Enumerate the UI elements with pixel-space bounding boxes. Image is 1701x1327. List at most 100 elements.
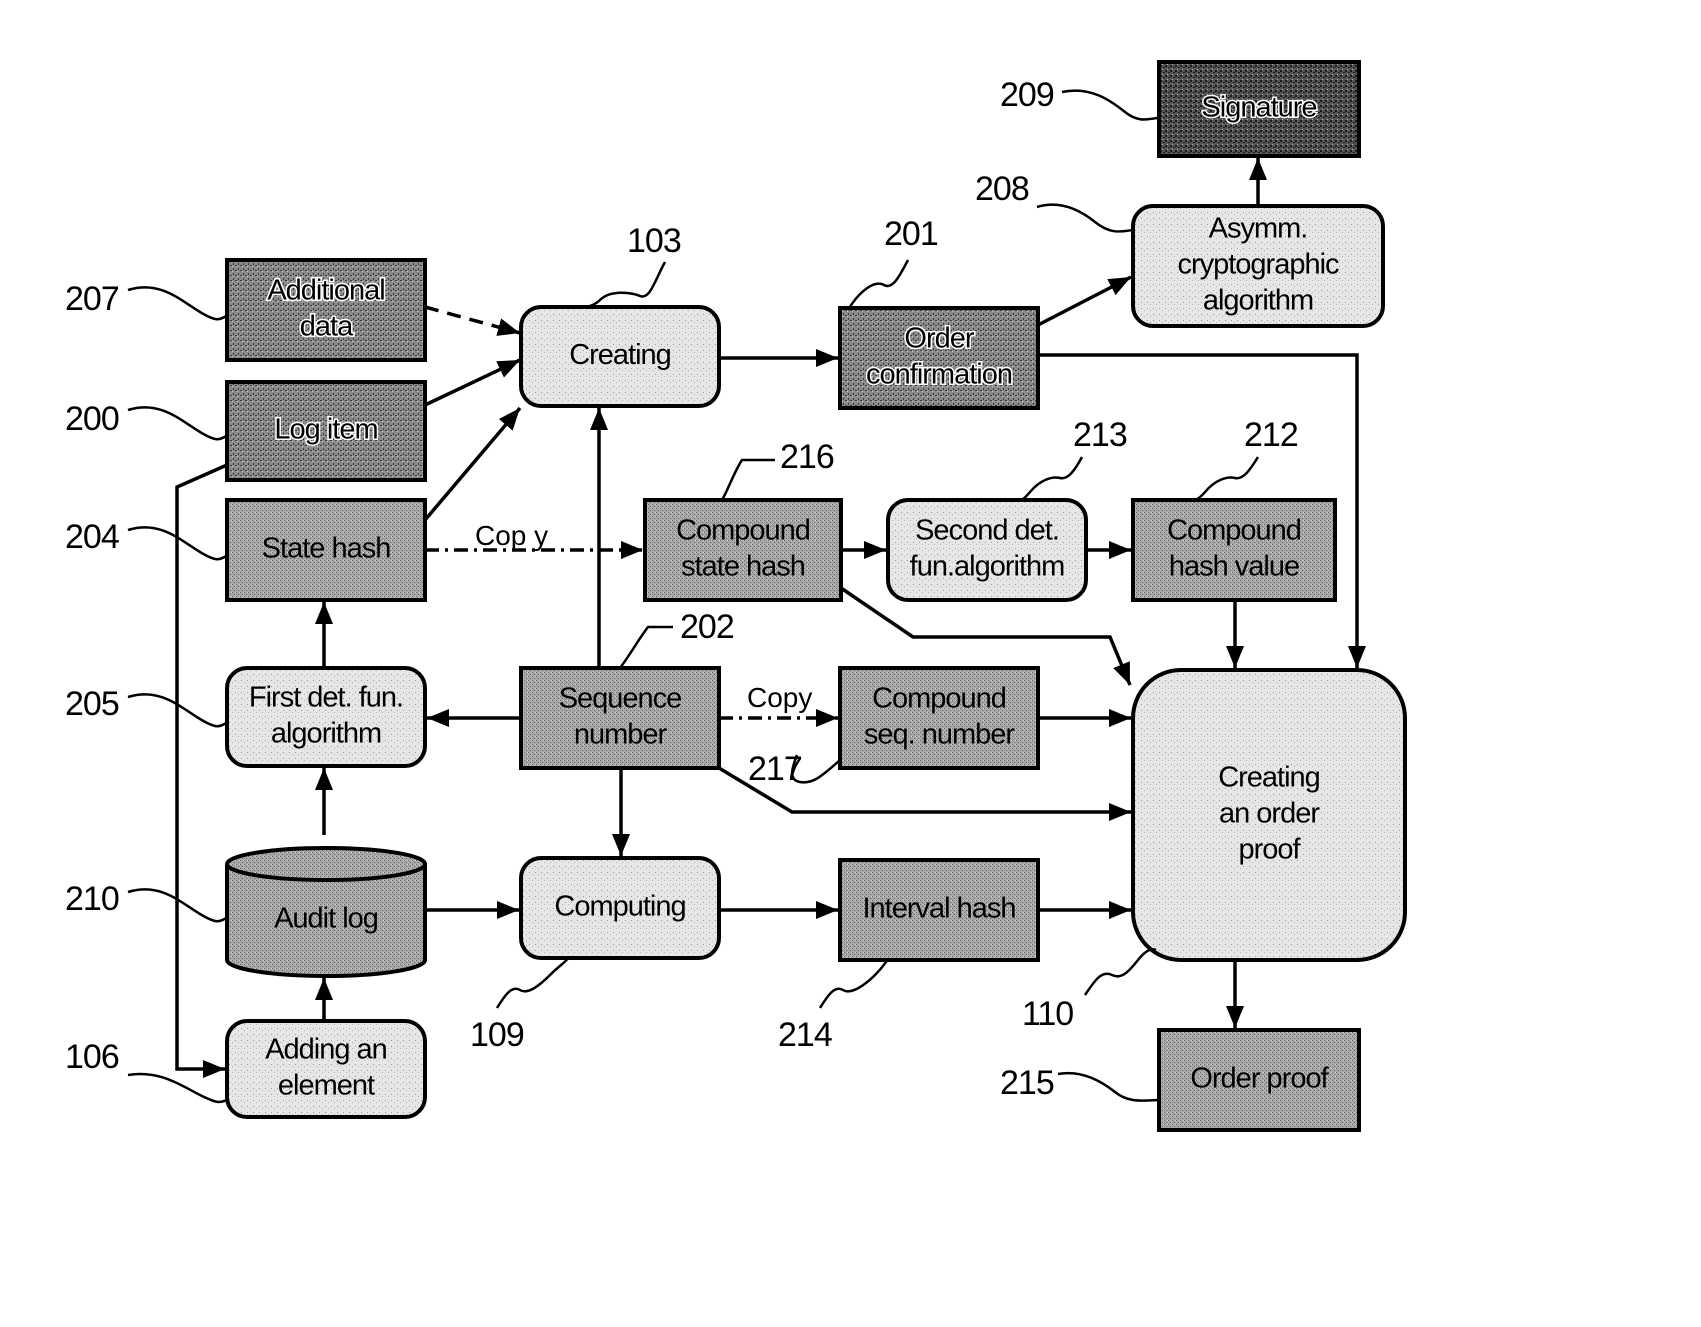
arrowhead-icon (621, 541, 643, 559)
reference-numeral: 210 (65, 880, 119, 918)
node-compound-seq-number[interactable]: Compound seq. number (838, 666, 1040, 770)
edge-sequence-number-to-computing (612, 768, 630, 856)
node-interval-hash[interactable]: Interval hash (838, 858, 1040, 962)
node-label: fun.algorithm (910, 551, 1065, 583)
node-label: Interval hash (862, 893, 1015, 925)
arrowhead-icon (1109, 709, 1131, 727)
node-label: Signature (1201, 92, 1316, 124)
reference-numeral: 215 (1000, 1064, 1054, 1102)
reference-numeral: 110 (1022, 995, 1073, 1033)
reference-109: 109 (470, 957, 570, 1054)
arrowhead-icon (816, 901, 838, 919)
edge-asymm-cryptographic-algorithm-to-signature (1249, 158, 1267, 206)
arrowhead-icon (1109, 541, 1131, 559)
node-sequence-number[interactable]: Sequence number (519, 666, 721, 770)
node-first-det-fun-algorithm[interactable]: First det. fun. algorithm (225, 666, 427, 768)
node-adding-an-element[interactable]: Adding an element (225, 1019, 427, 1119)
arrowhead-icon (203, 1060, 225, 1078)
reference-110: 110 (1022, 948, 1157, 1033)
leader-line (1083, 948, 1157, 996)
leader-line (619, 625, 673, 669)
leader-line (127, 1072, 228, 1104)
edge-audit-log-to-computing (425, 901, 519, 919)
node-creating[interactable]: Creating (519, 305, 721, 408)
reference-numeral: 202 (680, 608, 734, 646)
node-label: seq. number (864, 719, 1016, 751)
edge-adding-an-element-to-audit-log (315, 978, 333, 1021)
reference-213: 213 (1014, 416, 1128, 502)
edge-state-hash-to-compound-state-hash: Cop y (425, 520, 643, 559)
edge-additional-data-to-creating (424, 305, 521, 336)
node-creating-an-order-proof[interactable]: Creating an order proof (1131, 668, 1407, 962)
node-label: confirmation (866, 359, 1012, 391)
leader-line (720, 458, 775, 501)
arrowhead-icon (864, 541, 886, 559)
node-state-hash[interactable]: State hash (225, 498, 427, 602)
arrowhead-icon (1109, 901, 1131, 919)
reference-numeral: 204 (65, 518, 119, 556)
reference-numeral: 200 (65, 400, 119, 438)
node-additional-data[interactable]: Additional data (225, 258, 427, 362)
arrowhead-icon (1109, 803, 1131, 821)
node-label: Audit log (274, 903, 378, 935)
leader-line (571, 261, 667, 309)
leader-line (127, 286, 228, 321)
reference-numeral: 106 (65, 1038, 119, 1076)
reference-216: 216 (720, 438, 835, 501)
edge-compound-seq-number-to-creating-an-order-proof (1038, 709, 1131, 727)
node-label: Compound (872, 683, 1006, 715)
reference-numeral: 109 (470, 1016, 524, 1054)
reference-numeral: 217 (748, 750, 802, 788)
edge-line (423, 406, 522, 522)
node-compound-state-hash[interactable]: Compound state hash (643, 498, 843, 602)
arrowhead-icon (315, 978, 333, 1000)
edge-computing-to-interval-hash (719, 901, 838, 919)
reference-208: 208 (975, 170, 1134, 233)
node-compound-hash-value[interactable]: Compound hash value (1131, 498, 1337, 602)
edge-log-item-to-adding-an-element (175, 463, 228, 1078)
arrowhead-icon (315, 602, 333, 624)
edge-sequence-number-to-compound-seq-number: Copy (719, 682, 838, 727)
reference-207: 207 (65, 280, 228, 321)
node-label: Order proof (1190, 1063, 1329, 1095)
reference-214: 214 (778, 958, 889, 1054)
node-order-confirmation[interactable]: Order confirmation (838, 306, 1040, 410)
node-order-proof[interactable]: Order proof (1157, 1028, 1361, 1132)
node-label: algorithm (271, 718, 381, 750)
reference-numeral: 209 (1000, 76, 1054, 114)
reference-212: 212 (1185, 416, 1299, 502)
node-asymm-cryptographic-algorithm[interactable]: Asymm. cryptographic algorithm (1131, 204, 1385, 328)
node-log-item[interactable]: Log item (225, 380, 427, 482)
node-label: hash value (1169, 551, 1299, 583)
edge-state-hash-to-creating (423, 406, 522, 522)
reference-209: 209 (1000, 76, 1160, 121)
arrowhead-icon (1348, 646, 1366, 668)
edge-second-det-fun-algorithm-to-compound-hash-value (1086, 541, 1131, 559)
flowchart-diagram: Cop y Copy Additional data Log item State ha… (65, 60, 1407, 1132)
node-label: an order (1219, 798, 1320, 830)
leader-line (1057, 1071, 1160, 1102)
edge-first-det-fun-algorithm-to-state-hash (315, 602, 333, 668)
reference-215: 215 (1000, 1064, 1160, 1102)
arrowhead-icon (1249, 158, 1267, 180)
edge-audit-log-to-first-det-fun-algorithm (315, 768, 333, 835)
node-label: Compound (676, 515, 810, 547)
node-audit-log[interactable]: Audit log (225, 846, 427, 978)
arrowhead-icon (497, 901, 519, 919)
edge-sequence-number-to-creating (590, 408, 608, 668)
arrowhead-icon (612, 834, 630, 856)
node-second-det-fun-algorithm[interactable]: Second det. fun.algorithm (886, 498, 1088, 602)
node-label: Log item (274, 414, 377, 446)
node-label: number (574, 719, 668, 751)
node-signature[interactable]: Signature (1157, 60, 1361, 158)
node-label: Computing (554, 891, 685, 923)
node-label: element (278, 1070, 375, 1102)
edge-log-item-to-creating (424, 358, 521, 407)
node-label: Second det. (915, 515, 1059, 547)
node-computing[interactable]: Computing (519, 856, 721, 960)
node-label: data (300, 311, 354, 343)
reference-numeral: 214 (778, 1016, 832, 1054)
reference-numeral: 216 (780, 438, 834, 476)
reference-numeral: 212 (1244, 416, 1298, 454)
edge-creating-to-order-confirmation (719, 349, 838, 367)
